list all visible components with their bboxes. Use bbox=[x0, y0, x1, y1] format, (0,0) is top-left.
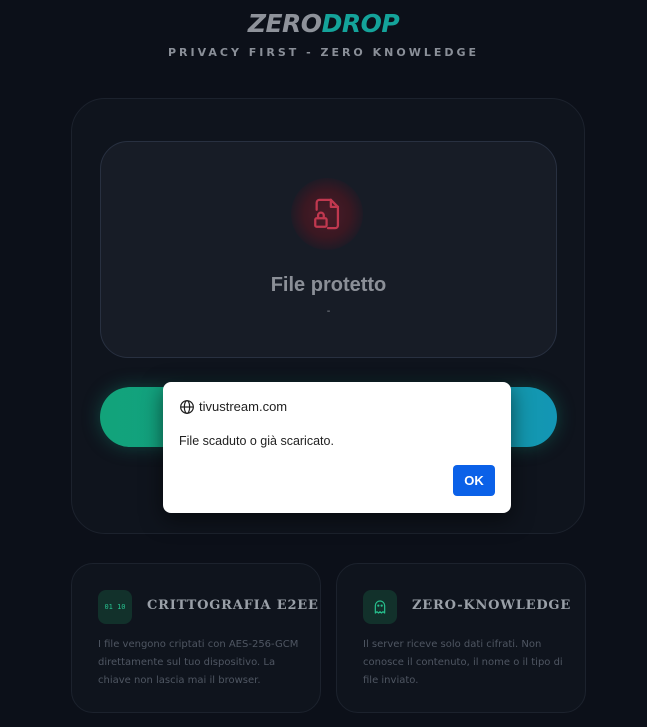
file-lock-icon bbox=[314, 198, 340, 230]
feature-description: I file vengono criptati con AES-256-GCM … bbox=[98, 639, 299, 686]
feature-title: ZERO-KNOWLEDGE bbox=[412, 598, 572, 613]
alert-dialog: tivustream.com File scaduto o già scaric… bbox=[163, 382, 511, 513]
dialog-message: File scaduto o già scaricato. bbox=[179, 434, 334, 448]
binary-icon: 01 10 bbox=[98, 590, 132, 624]
ghost-icon bbox=[363, 590, 397, 624]
logo-drop: DROP bbox=[321, 9, 400, 38]
feature-description: Il server riceve solo dati cifrati. Non … bbox=[363, 639, 563, 686]
feature-card-zero-knowledge: ZERO-KNOWLEDGE Il server riceve solo dat… bbox=[336, 563, 586, 713]
file-subtitle: - bbox=[326, 306, 331, 317]
tagline: PRIVACY FIRST - ZERO KNOWLEDGE bbox=[167, 46, 480, 59]
ok-button[interactable]: OK bbox=[453, 465, 495, 496]
file-title: File protetto bbox=[270, 274, 387, 296]
app-logo: ZERODROP bbox=[0, 8, 647, 40]
feature-card-encryption: 01 10 CRITTOGRAFIA E2EE I file vengono c… bbox=[71, 563, 321, 713]
globe-icon bbox=[180, 400, 194, 414]
feature-title: CRITTOGRAFIA E2EE bbox=[147, 598, 319, 613]
dialog-origin: tivustream.com bbox=[199, 399, 288, 414]
logo-zero: ZERO bbox=[247, 9, 322, 38]
